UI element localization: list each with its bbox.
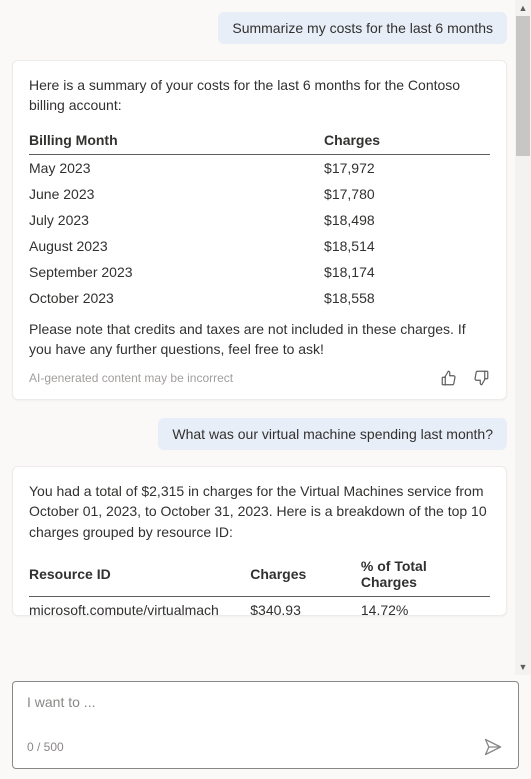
col-resource: Resource ID — [29, 552, 250, 597]
input-footer: 0 / 500 — [27, 736, 504, 758]
table-row: June 2023 $17,780 — [29, 181, 490, 207]
cell-month: August 2023 — [29, 233, 324, 259]
table-header-row: Billing Month Charges — [29, 126, 490, 155]
vm-breakdown-table: Resource ID Charges % of Total Charges m… — [29, 552, 490, 616]
table-row: microsoft.compute/virtualmach $340.93 14… — [29, 597, 490, 617]
char-counter: 0 / 500 — [27, 740, 64, 754]
cell-month: May 2023 — [29, 154, 324, 181]
scroll-up-icon[interactable]: ▲ — [515, 0, 531, 16]
cell-pct: 14.72% — [361, 597, 490, 617]
user-message-text: What was our virtual machine spending la… — [172, 426, 493, 442]
cell-month: July 2023 — [29, 207, 324, 233]
cell-charges: $17,780 — [324, 181, 490, 207]
ai-intro-text: You had a total of $2,315 in charges for… — [29, 481, 490, 542]
cell-month: June 2023 — [29, 181, 324, 207]
table-row: August 2023 $18,514 — [29, 233, 490, 259]
cost-summary-table: Billing Month Charges May 2023 $17,972 J… — [29, 126, 490, 311]
cell-month: October 2023 — [29, 285, 324, 311]
message-input[interactable]: I want to ... — [27, 694, 504, 716]
message-input-box[interactable]: I want to ... 0 / 500 — [12, 681, 519, 769]
ai-note-text: Please note that credits and taxes are n… — [29, 319, 490, 360]
scroll-thumb[interactable] — [516, 16, 530, 156]
cell-resource: microsoft.compute/virtualmach — [29, 597, 250, 617]
cell-charges: $17,972 — [324, 154, 490, 181]
send-icon[interactable] — [482, 736, 504, 758]
scrollbar[interactable]: ▲ ▼ — [515, 0, 531, 675]
user-message-text: Summarize my costs for the last 6 months — [232, 20, 493, 36]
cell-charges: $18,514 — [324, 233, 490, 259]
table-row: July 2023 $18,498 — [29, 207, 490, 233]
col-charges: Charges — [324, 126, 490, 155]
scroll-down-icon[interactable]: ▼ — [515, 659, 531, 675]
cell-charges: $18,498 — [324, 207, 490, 233]
ai-response-card: Here is a summary of your costs for the … — [12, 60, 507, 400]
ai-intro-text: Here is a summary of your costs for the … — [29, 75, 490, 116]
chat-content: Summarize my costs for the last 6 months… — [12, 12, 519, 616]
col-pct: % of Total Charges — [361, 552, 490, 597]
ai-disclaimer: AI-generated content may be incorrect — [29, 371, 233, 385]
table-row: May 2023 $17,972 — [29, 154, 490, 181]
table-row: October 2023 $18,558 — [29, 285, 490, 311]
user-message-row: What was our virtual machine spending la… — [12, 418, 507, 450]
input-placeholder-text: I want to ... — [27, 694, 95, 710]
cell-charges: $18,174 — [324, 259, 490, 285]
card-footer: AI-generated content may be incorrect — [29, 369, 490, 387]
cell-charges: $18,558 — [324, 285, 490, 311]
col-charges: Charges — [250, 552, 361, 597]
ai-response-card: You had a total of $2,315 in charges for… — [12, 466, 507, 616]
chat-scroll-area: Summarize my costs for the last 6 months… — [0, 0, 531, 675]
user-message: What was our virtual machine spending la… — [158, 418, 507, 450]
thumbs-up-icon[interactable] — [440, 369, 458, 387]
user-message: Summarize my costs for the last 6 months — [218, 12, 507, 44]
feedback-buttons — [440, 369, 490, 387]
cell-charges: $340.93 — [250, 597, 361, 617]
col-month: Billing Month — [29, 126, 324, 155]
table-row: September 2023 $18,174 — [29, 259, 490, 285]
thumbs-down-icon[interactable] — [472, 369, 490, 387]
chat-app: Summarize my costs for the last 6 months… — [0, 0, 531, 779]
table-header-row: Resource ID Charges % of Total Charges — [29, 552, 490, 597]
cell-month: September 2023 — [29, 259, 324, 285]
user-message-row: Summarize my costs for the last 6 months — [12, 12, 507, 44]
